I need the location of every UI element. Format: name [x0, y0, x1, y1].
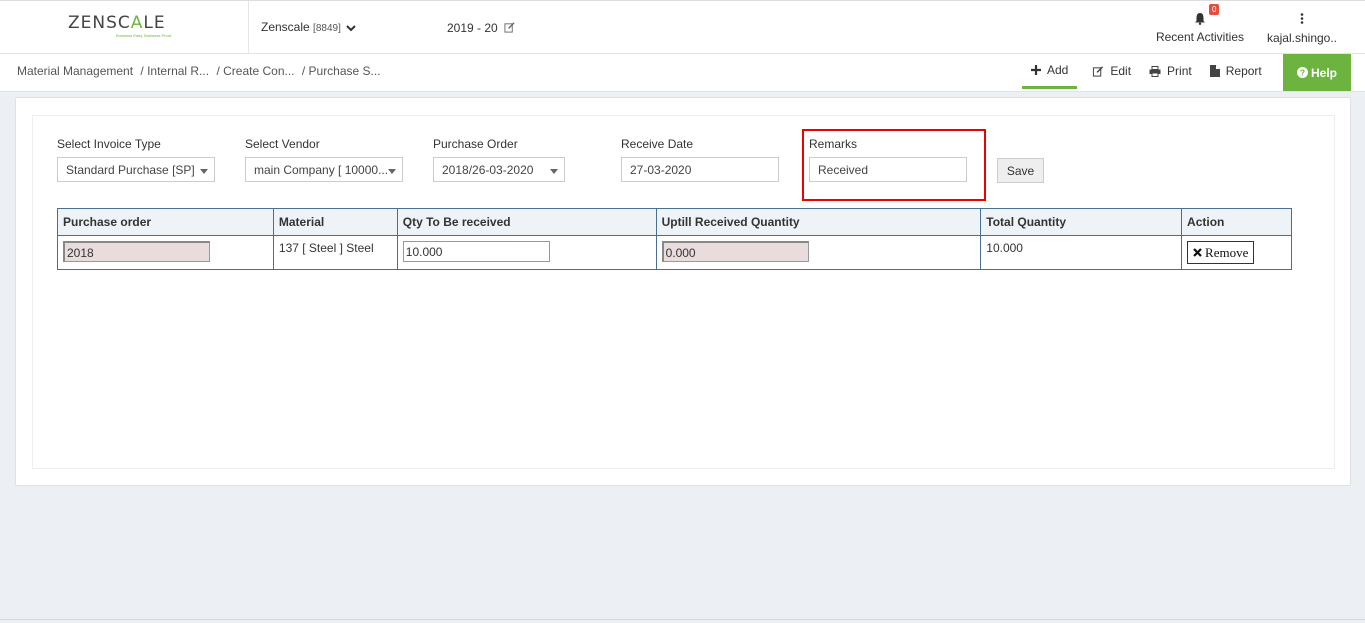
- help-label: Help: [1310, 65, 1337, 80]
- breadcrumb-item-internal[interactable]: / Internal R...: [140, 64, 209, 78]
- company-selector[interactable]: Zenscale [8849]: [261, 20, 356, 34]
- vendor-select[interactable]: main Company [ 10000...: [245, 157, 403, 182]
- breadcrumb-item-purchase: / Purchase S...: [301, 64, 381, 78]
- col-header-total-quantity: Total Quantity: [980, 208, 1183, 236]
- more-vertical-icon: [1300, 13, 1304, 24]
- company-name: Zenscale: [261, 20, 310, 34]
- remarks-label: Remarks: [809, 137, 858, 151]
- activities-count-badge: 0: [1209, 4, 1220, 15]
- caret-down-icon: [200, 169, 208, 174]
- cell-purchase-order: 2018: [57, 235, 274, 270]
- toolbar: Add Edit Print Report: [1022, 54, 1271, 92]
- caret-down-icon: [550, 169, 558, 174]
- breadcrumb: Material Management / Internal R... / Cr…: [17, 64, 385, 78]
- vendor-label: Select Vendor: [245, 137, 320, 151]
- purchase-order-label: Purchase Order: [433, 137, 518, 151]
- sub-header: Material Management / Internal R... / Cr…: [0, 54, 1365, 92]
- report-label: Report: [1225, 64, 1262, 78]
- company-code: [8849]: [313, 23, 341, 34]
- cell-total-quantity: 10.000: [980, 235, 1183, 270]
- qty-to-receive-input[interactable]: 10.000: [402, 241, 550, 262]
- col-header-uptill-received: Uptill Received Quantity: [655, 208, 982, 236]
- content-card: [15, 97, 1351, 486]
- purchase-order-select[interactable]: 2018/26-03-2020: [433, 157, 565, 182]
- chevron-down-icon: [346, 25, 356, 32]
- zenscale-logo[interactable]: ZENSCALE Business Easy. Business Proof.: [68, 13, 180, 39]
- remove-label: Remove: [1205, 244, 1249, 260]
- vendor-value: main Company [ 10000...: [254, 163, 389, 177]
- cell-qty-to-receive: 10.000: [396, 235, 657, 270]
- remove-button[interactable]: Remove: [1187, 241, 1255, 264]
- user-name: kajal.shingo..: [1266, 31, 1338, 45]
- purchase-order-field: 2018: [63, 241, 210, 262]
- edit-icon: [1093, 65, 1104, 77]
- add-label: Add: [1047, 63, 1069, 77]
- add-button[interactable]: Add: [1022, 54, 1078, 89]
- remarks-input[interactable]: Received: [809, 157, 967, 182]
- cell-uptill-received: 0.000: [655, 235, 982, 270]
- breadcrumb-item-material-management[interactable]: Material Management: [17, 64, 133, 78]
- fiscal-year-selector[interactable]: 2019 - 20: [447, 21, 515, 35]
- help-button[interactable]: ? Help: [1283, 54, 1351, 91]
- invoice-type-value: Standard Purchase [SP]: [66, 163, 195, 177]
- receive-date-label: Receive Date: [621, 137, 694, 151]
- invoice-type-select[interactable]: Standard Purchase [SP]: [57, 157, 215, 182]
- recent-activities[interactable]: 0 Recent Activities: [1150, 4, 1250, 44]
- save-button[interactable]: Save: [997, 158, 1044, 183]
- col-header-qty-to-receive: Qty To Be received: [396, 208, 657, 236]
- file-icon: [1209, 65, 1220, 77]
- col-header-material: Material: [272, 208, 398, 236]
- purchase-order-value: 2018/26-03-2020: [442, 163, 534, 177]
- cell-action: Remove: [1181, 235, 1292, 270]
- edit-label: Edit: [1110, 64, 1132, 78]
- activities-label: Recent Activities: [1155, 30, 1245, 44]
- svg-text:?: ?: [1300, 68, 1305, 78]
- user-menu[interactable]: kajal.shingo..: [1262, 9, 1342, 45]
- items-table: Purchase order Material Qty To Be receiv…: [57, 208, 1292, 270]
- page-bottom-divider: [0, 619, 1365, 620]
- close-icon: [1193, 248, 1202, 257]
- print-icon: [1149, 65, 1161, 77]
- edit-button[interactable]: Edit: [1083, 54, 1140, 88]
- cell-material: 137 [ Steel ] Steel: [272, 235, 398, 270]
- table-row: 2018 137 [ Steel ] Steel 10.000 0.000 10…: [57, 235, 1292, 270]
- receive-date-input[interactable]: 27-03-2020: [621, 157, 779, 182]
- fiscal-year-label: 2019 - 20: [447, 21, 498, 35]
- col-header-purchase-order: Purchase order: [57, 208, 274, 236]
- caret-down-icon: [388, 169, 396, 174]
- edit-icon: [504, 22, 515, 33]
- invoice-type-label: Select Invoice Type: [57, 137, 161, 151]
- report-button[interactable]: Report: [1201, 54, 1271, 88]
- print-button[interactable]: Print: [1140, 54, 1201, 88]
- breadcrumb-item-create[interactable]: / Create Con...: [216, 64, 294, 78]
- plus-icon: [1031, 65, 1041, 75]
- top-header: ZENSCALE Business Easy. Business Proof. …: [0, 0, 1365, 54]
- logo-wordmark: ZENSCALE: [68, 13, 166, 33]
- logo-tagline: Business Easy. Business Proof.: [116, 33, 173, 38]
- bell-icon: [1195, 13, 1205, 25]
- col-header-action: Action: [1181, 208, 1292, 236]
- question-circle-icon: ?: [1296, 67, 1308, 78]
- uptill-received-field: 0.000: [661, 241, 809, 262]
- print-label: Print: [1167, 64, 1192, 78]
- table-header-row: Purchase order Material Qty To Be receiv…: [57, 208, 1292, 236]
- header-divider: [248, 1, 249, 54]
